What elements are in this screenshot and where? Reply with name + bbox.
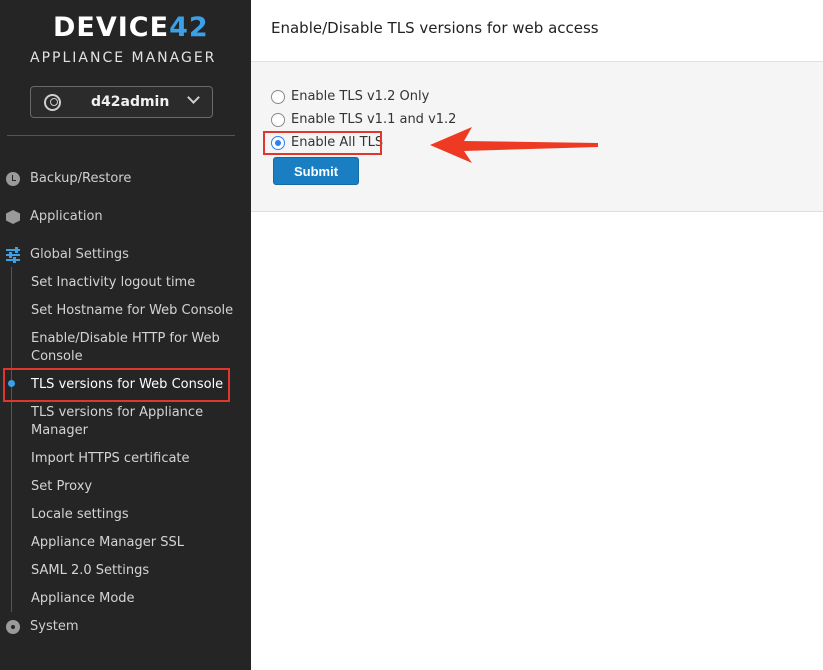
radio-button[interactable] [271, 90, 285, 104]
nav-system[interactable]: System [0, 616, 251, 640]
clock-icon [6, 172, 20, 186]
nav-backup-restore[interactable]: Backup/Restore [0, 168, 251, 192]
sidebar: DEVICE42 APPLIANCE MANAGER d42admin Back… [0, 0, 251, 670]
sidebar-item-appliance-mode[interactable]: Appliance Mode [31, 590, 236, 608]
user-circle-icon [44, 94, 61, 111]
sidebar-item-appliance-manager-ssl[interactable]: Appliance Manager SSL [31, 534, 236, 552]
page-title: Enable/Disable TLS versions for web acce… [271, 19, 599, 37]
page-header: Enable/Disable TLS versions for web acce… [251, 0, 823, 62]
user-name: d42admin [91, 94, 170, 110]
cube-icon [6, 210, 20, 224]
gear-icon [6, 620, 20, 634]
device42-logo: DEVICE42 [53, 12, 209, 43]
radio-button[interactable] [271, 113, 285, 127]
sidebar-item-tls-appliance-manager[interactable]: TLS versions for Appliance Manager [31, 404, 236, 440]
nav-label: Application [30, 209, 103, 224]
sidebar-item-set-hostname[interactable]: Set Hostname for Web Console [31, 302, 236, 320]
sliders-icon [6, 247, 20, 263]
user-dropdown[interactable]: d42admin [30, 86, 213, 118]
sidebar-item-set-proxy[interactable]: Set Proxy [31, 478, 236, 496]
sidebar-item-enable-disable-http[interactable]: Enable/Disable HTTP for Web Console [31, 330, 236, 366]
nav-label: Global Settings [30, 247, 129, 262]
submit-button[interactable]: Submit [273, 157, 359, 185]
annotation-arrow-icon [430, 127, 598, 163]
annotation-highlight-box [3, 368, 230, 402]
radio-label: Enable TLS v1.2 Only [291, 89, 430, 104]
sidebar-item-saml-settings[interactable]: SAML 2.0 Settings [31, 562, 236, 580]
sidebar-divider [7, 135, 235, 136]
sidebar-item-locale-settings[interactable]: Locale settings [31, 506, 236, 524]
logo-number: 42 [169, 12, 209, 43]
nav-label: Backup/Restore [30, 171, 132, 186]
app-title: APPLIANCE MANAGER [30, 50, 217, 66]
submenu-line [11, 267, 12, 612]
sidebar-item-import-https-cert[interactable]: Import HTTPS certificate [31, 450, 236, 468]
nav-global-settings[interactable]: Global Settings [0, 244, 251, 268]
nav-label: System [30, 619, 79, 634]
chevron-down-icon [187, 91, 200, 104]
logo-text: DEVICE [53, 12, 170, 43]
annotation-highlight-box [263, 131, 382, 155]
sidebar-item-inactivity-logout[interactable]: Set Inactivity logout time [31, 274, 236, 292]
nav-application[interactable]: Application [0, 206, 251, 230]
